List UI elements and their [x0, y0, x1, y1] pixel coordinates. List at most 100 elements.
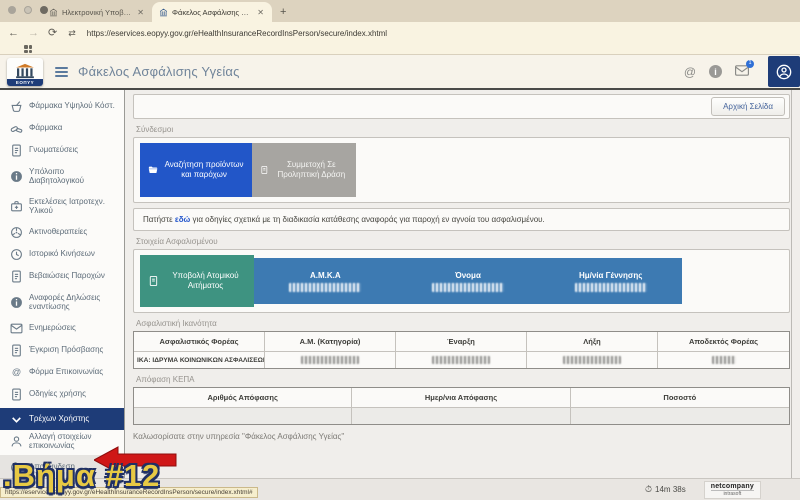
pills-icon: [9, 122, 23, 135]
instructions-post: για οδηγίες σχετικά με τη διαδικασία κατ…: [190, 215, 544, 224]
apps-grid-icon[interactable]: [24, 45, 32, 53]
sidebar-item-user-manual[interactable]: Οδηγίες χρήσης: [0, 383, 124, 405]
sidebar-item-updates[interactable]: Ενημερώσεις: [0, 317, 124, 339]
sidebar-menu: Φάρμακα Υψηλού Κόστ. Φάρμακα Γνωματεύσεις Υ…: [0, 90, 125, 478]
screenshot-root: Ηλεκτρονική Υποβολή Ατομ... ✕ Φάκελος Ασ…: [0, 0, 800, 500]
links-section-label: Σύνδεσμοι: [136, 125, 788, 134]
svg-text:@: @: [11, 367, 20, 377]
content-right-border: [791, 90, 792, 478]
address-bar[interactable]: https://eservices.eopyy.gov.gr/eHealthIn…: [87, 29, 387, 38]
redacted-cell: [396, 351, 527, 368]
redacted-cell: [265, 351, 396, 368]
prevention-action-button[interactable]: Συμμετοχή Σε Προληπτική Δράση: [252, 143, 356, 197]
insured-fields: Α.Μ.Κ.ΑΌνομαΗμ/νία Γέννησης: [254, 258, 682, 304]
folder-icon: [148, 163, 158, 177]
table-header-row: Αριθμός ΑπόφασηςΗμερ/νια ΑπόφασηςΠοσοστό: [134, 388, 789, 407]
redacted-value: [301, 356, 359, 364]
insured-field-label: Α.Μ.Κ.Α: [310, 271, 341, 280]
window-minimize-button[interactable]: [24, 6, 32, 14]
new-tab-button[interactable]: +: [272, 2, 294, 22]
stopwatch-icon: ⏱: [645, 484, 652, 495]
home-button[interactable]: Αρχική Σελίδα: [711, 97, 785, 116]
temple-icon: [14, 63, 36, 79]
toolbar: Αρχική Σελίδα: [133, 94, 790, 119]
column-header: Λήξη: [527, 332, 658, 351]
menu-toggle-icon[interactable]: [55, 67, 68, 77]
app-header: ΕΟΠΥΥ Φάκελος Ασφάλισης Υγείας @ i 1: [0, 55, 800, 90]
mail-icon[interactable]: 1: [735, 65, 749, 79]
forward-icon[interactable]: →: [28, 28, 39, 39]
sidebar-item-label: Τρέχων Χρήστης: [29, 414, 89, 423]
here-link[interactable]: εδώ: [175, 215, 190, 224]
sidebar-item-label: Ιστορικό Κινήσεων: [29, 249, 95, 258]
sidebar-item-drugs[interactable]: Φάρμακα: [0, 117, 124, 139]
table-header-row: Ασφαλιστικός ΦορέαςΑ.Μ. (Κατηγορία)Έναρξ…: [134, 332, 789, 351]
table-row: [134, 407, 789, 424]
insured-field: Ημ/νία Γέννησης: [539, 258, 682, 304]
user-icon: [776, 64, 792, 80]
info-icon: [9, 170, 23, 183]
column-header: Έναρξη: [396, 332, 527, 351]
column-header: Ποσοστό: [571, 388, 789, 407]
sidebar-item-label: Γνωματεύσεις: [29, 145, 78, 154]
insured-panel: Υποβολή Ατομικού Αιτήματος Α.Μ.Κ.ΑΌνομαΗ…: [133, 249, 790, 313]
sidebar-item-high-cost-drugs[interactable]: Φάρμακα Υψηλού Κόστ.: [0, 95, 124, 117]
sidebar-item-opinions[interactable]: Γνωματεύσεις: [0, 139, 124, 161]
sidebar-item-label: Εκτελέσεις Ιατροτεχν. Υλικού: [29, 197, 120, 215]
tab-close-icon[interactable]: ✕: [136, 8, 145, 17]
browser-tab-inactive[interactable]: Ηλεκτρονική Υποβολή Ατομ... ✕: [42, 2, 152, 22]
sidebar-item-label: Φάρμακα Υψηλού Κόστ.: [29, 101, 115, 110]
browser-tab-active[interactable]: Φάκελος Ασφάλισης Υγείας ✕: [152, 2, 272, 22]
column-header: Αποδεκτός Φορέας: [658, 332, 789, 351]
at-icon: @: [9, 366, 23, 379]
browser-tab-bar: Ηλεκτρονική Υποβολή Ατομ... ✕ Φάκελος Ασ…: [0, 0, 800, 22]
browser-nav-bar: ← → ⟳ ⇄ https://eservices.eopyy.gov.gr/e…: [0, 22, 800, 44]
at-icon[interactable]: @: [684, 66, 696, 78]
empty-cell: [134, 407, 352, 424]
submit-request-button[interactable]: Υποβολή Ατομικού Αιτήματος: [140, 255, 254, 307]
kepa-decision-table: Αριθμός ΑπόφασηςΗμερ/νια ΑπόφασηςΠοσοστό: [133, 387, 790, 425]
insured-section-label: Στοιχεία Ασφαλισμένου: [136, 237, 788, 246]
sidebar-item-access-approval[interactable]: Έγκριση Πρόσβασης: [0, 339, 124, 361]
user-account-button[interactable]: [768, 56, 800, 87]
tab-close-icon[interactable]: ✕: [256, 8, 265, 17]
prevention-action-label: Συμμετοχή Σε Προληπτική Δράση: [275, 160, 348, 180]
sidebar-item-contact-form[interactable]: @ Φόρμα Επικοινωνίας: [0, 361, 124, 383]
reload-icon[interactable]: ⟳: [48, 28, 57, 39]
column-header: Ημερ/νια Απόφασης: [352, 388, 570, 407]
document-icon: [9, 144, 23, 157]
column-header: Ασφαλιστικός Φορέας: [134, 332, 265, 351]
instructions-pre: Πατήστε: [143, 215, 175, 224]
mortar-pestle-icon: [9, 100, 23, 113]
chevron-down-icon: [9, 413, 23, 426]
sidebar-item-history[interactable]: Ιστορικό Κινήσεων: [0, 243, 124, 265]
redacted-cell: [527, 351, 658, 368]
sidebar-item-current-user[interactable]: Τρέχων Χρήστης: [0, 408, 124, 430]
bookmarks-bar: [0, 44, 800, 55]
sidebar-item-label: Φόρμα Επικοινωνίας: [29, 367, 103, 376]
sidebar-item-radiotherapy[interactable]: Ακτινοθεραπείες: [0, 221, 124, 243]
redacted-cell: [658, 351, 789, 368]
submit-request-label: Υποβολή Ατομικού Αιτήματος: [165, 271, 246, 291]
sidebar-item-objection-reports[interactable]: Αναφορές Δηλώσεις εναντίωσης: [0, 287, 124, 317]
table-row: ΙΚΑ: ΙΔΡΥΜΑ ΚΟΙΝΩΝΙΚΩΝ ΑΣΦΑΛΙΣΕΩΝ: [134, 351, 789, 368]
sidebar-item-label: Βεβαιώσεις Παροχών: [29, 271, 105, 280]
person-icon: [9, 435, 23, 448]
redacted-value: [563, 356, 621, 364]
sidebar-item-diabetic-balance[interactable]: Υπόλοιπο Διαβητολογικού: [0, 161, 124, 191]
eopyy-logo[interactable]: ΕΟΠΥΥ: [7, 58, 43, 86]
info-icon[interactable]: i: [709, 65, 722, 78]
window-controls[interactable]: [8, 6, 48, 14]
site-permissions-icon[interactable]: ⇄: [66, 28, 78, 39]
mail-badge: 1: [746, 60, 754, 68]
window-close-button[interactable]: [8, 6, 16, 14]
kepa-section-label: Απόφαση ΚΕΠΑ: [136, 375, 788, 384]
sidebar-item-benefit-certificates[interactable]: Βεβαιώσεις Παροχών: [0, 265, 124, 287]
search-products-button[interactable]: Αναζήτηση προϊόντων και παρόχων: [140, 143, 252, 197]
window-zoom-button[interactable]: [40, 6, 48, 14]
back-icon[interactable]: ←: [8, 28, 19, 39]
insured-field: Α.Μ.Κ.Α: [254, 258, 397, 304]
insured-field-label: Ημ/νία Γέννησης: [579, 271, 642, 280]
sidebar-item-medical-supplies[interactable]: Εκτελέσεις Ιατροτεχν. Υλικού: [0, 191, 124, 221]
instructions-text: Πατήστε εδώ για οδηγίες σχετικά με τη δι…: [133, 208, 790, 231]
